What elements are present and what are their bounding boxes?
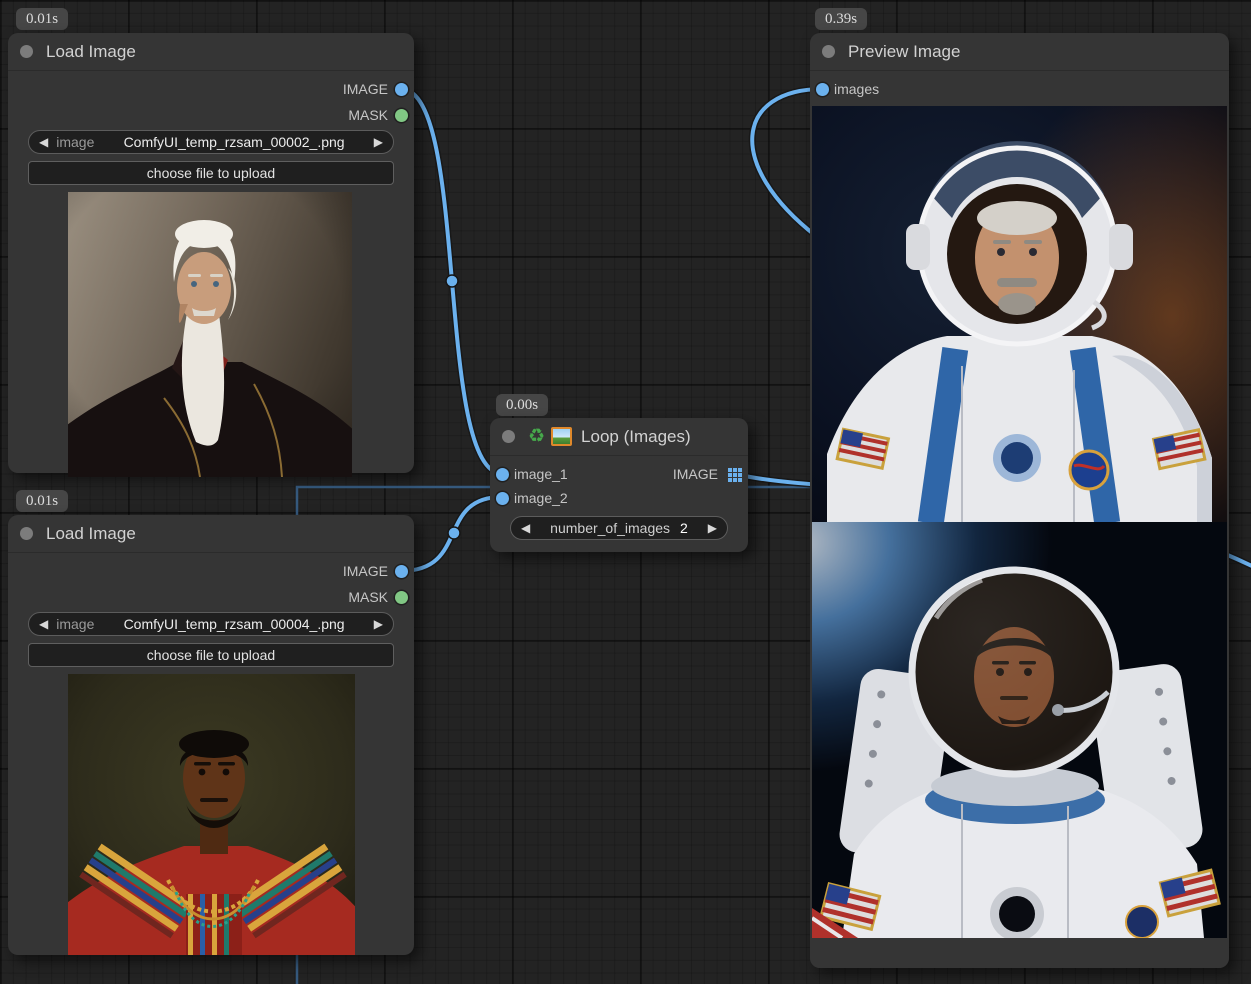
node-title: Loop (Images) (581, 427, 691, 447)
number-of-images-widget[interactable]: ◀ number_of_images 2 ▶ (510, 516, 728, 540)
image2-input-port[interactable] (496, 492, 509, 505)
input-label-image2: image_2 (514, 489, 568, 507)
output-label-image: IMAGE (343, 562, 388, 580)
output-label-mask: MASK (348, 588, 388, 606)
link-image2-to-loop (401, 497, 502, 571)
execution-time-badge: 0.01s (16, 490, 68, 512)
number-widget-label: number_of_images (550, 520, 670, 536)
output-label-image: IMAGE (673, 465, 718, 483)
combo-next-icon[interactable]: ▶ (374, 612, 383, 636)
execution-time-badge: 0.39s (815, 8, 867, 30)
mask-output-port[interactable] (395, 591, 408, 604)
combo-value: ComfyUI_temp_rzsam_00004_.png (94, 616, 373, 632)
loaded-image-preview-old-man (68, 192, 352, 477)
preview-image-astronaut-2 (812, 522, 1227, 938)
image-grid-output-port[interactable] (728, 468, 732, 472)
input-label-images: images (834, 80, 879, 98)
link-midpoint-dot[interactable] (448, 527, 460, 539)
image-combo-widget[interactable]: ◀ image ComfyUI_temp_rzsam_00002_.png ▶ (28, 130, 394, 154)
combo-label: image (56, 134, 94, 150)
node-title: Preview Image (848, 42, 960, 62)
combo-prev-icon[interactable]: ◀ (39, 130, 48, 154)
image-combo-widget[interactable]: ◀ image ComfyUI_temp_rzsam_00004_.png ▶ (28, 612, 394, 636)
execution-time-badge: 0.00s (496, 394, 548, 416)
node-title: Load Image (46, 42, 136, 62)
picture-icon (551, 427, 572, 446)
node-footer (810, 938, 1229, 968)
image-output-port[interactable] (395, 565, 408, 578)
output-label-image: IMAGE (343, 80, 388, 98)
node-preview-image[interactable]: Preview Image images (810, 33, 1229, 968)
node-header[interactable]: Load Image (8, 33, 414, 71)
recycle-icon: ♻ (528, 427, 545, 446)
node-header[interactable]: ♻ Loop (Images) (490, 418, 748, 456)
collapse-dot-icon[interactable] (20, 527, 33, 540)
upload-button[interactable]: choose file to upload (28, 161, 394, 185)
combo-next-icon[interactable]: ▶ (374, 130, 383, 154)
execution-time-badge: 0.01s (16, 8, 68, 30)
output-label-mask: MASK (348, 106, 388, 124)
input-label-image1: image_1 (514, 465, 568, 483)
collapse-dot-icon[interactable] (502, 430, 515, 443)
node-load-image-2[interactable]: Load Image IMAGE MASK ◀ image ComfyUI_te… (8, 515, 414, 955)
image-output-port[interactable] (395, 83, 408, 96)
node-loop-images[interactable]: ♻ Loop (Images) image_1 image_2 IMAGE ◀ … (490, 418, 748, 552)
upload-button[interactable]: choose file to upload (28, 643, 394, 667)
preview-image-astronaut-1 (812, 106, 1227, 522)
collapse-dot-icon[interactable] (20, 45, 33, 58)
combo-prev-icon[interactable]: ◀ (39, 612, 48, 636)
image1-input-port[interactable] (496, 468, 509, 481)
node-title: Load Image (46, 524, 136, 544)
node-header[interactable]: Load Image (8, 515, 414, 553)
link-image1-to-loop (401, 89, 503, 474)
combo-value: ComfyUI_temp_rzsam_00002_.png (94, 134, 373, 150)
number-widget-value: 2 (680, 520, 688, 536)
combo-label: image (56, 616, 94, 632)
link-midpoint-dot[interactable] (446, 275, 458, 287)
collapse-dot-icon[interactable] (822, 45, 835, 58)
loaded-image-preview-kente-man (68, 674, 355, 955)
node-header[interactable]: Preview Image (810, 33, 1229, 71)
mask-output-port[interactable] (395, 109, 408, 122)
increment-icon[interactable]: ▶ (708, 516, 717, 540)
decrement-icon[interactable]: ◀ (521, 516, 530, 540)
node-load-image-1[interactable]: Load Image IMAGE MASK ◀ image ComfyUI_te… (8, 33, 414, 473)
images-input-port[interactable] (816, 83, 829, 96)
